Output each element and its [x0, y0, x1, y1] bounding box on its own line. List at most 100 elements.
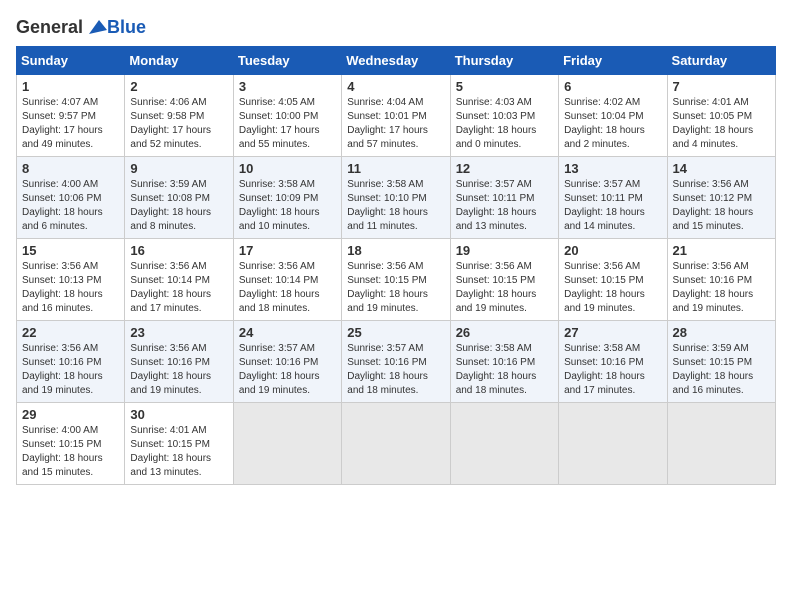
day-number: 3	[239, 79, 336, 94]
logo: General Blue	[16, 16, 146, 38]
calendar-cell	[667, 403, 775, 485]
calendar-cell: 19Sunrise: 3:56 AMSunset: 10:15 PMDaylig…	[450, 239, 558, 321]
day-info: Sunrise: 3:56 AMSunset: 10:16 PMDaylight…	[22, 342, 119, 398]
day-number: 9	[130, 161, 227, 176]
day-info: Sunrise: 3:56 AMSunset: 10:16 PMDaylight…	[130, 342, 227, 398]
weekday-header-sunday: Sunday	[17, 47, 125, 75]
day-number: 14	[673, 161, 770, 176]
calendar-cell: 27 Sunrise: 3:58 AMSunset: 10:16 PMDaylig…	[559, 321, 667, 403]
day-info: Sunrise: 3:56 AMSunset: 10:14 PMDaylight…	[130, 260, 227, 316]
day-info: Sunrise: 3:56 AMSunset: 10:14 PMDaylight…	[239, 260, 336, 316]
day-info: Sunrise: 4:06 AMSunset: 9:58 PMDaylight:…	[130, 96, 227, 152]
weekday-header-row: SundayMondayTuesdayWednesdayThursdayFrid…	[17, 47, 776, 75]
day-number: 26	[456, 325, 553, 340]
day-info: Sunrise: 3:57 AMSunset: 10:11 PMDaylight…	[456, 178, 553, 234]
day-number: 4	[347, 79, 444, 94]
day-info: Sunrise: 3:56 AMSunset: 10:12 PMDaylight…	[673, 178, 770, 234]
calendar-cell: 25 Sunrise: 3:57 AMSunset: 10:16 PMDaylig…	[342, 321, 450, 403]
calendar: SundayMondayTuesdayWednesdayThursdayFrid…	[16, 46, 776, 485]
calendar-cell: 13Sunrise: 3:57 AMSunset: 10:11 PMDaylig…	[559, 157, 667, 239]
calendar-cell: 4 Sunrise: 4:04 AMSunset: 10:01 PMDayligh…	[342, 75, 450, 157]
calendar-cell: 24 Sunrise: 3:57 AMSunset: 10:16 PMDaylig…	[233, 321, 341, 403]
day-number: 13	[564, 161, 661, 176]
weekday-header-monday: Monday	[125, 47, 233, 75]
day-number: 1	[22, 79, 119, 94]
header: General Blue	[16, 16, 776, 38]
calendar-cell	[559, 403, 667, 485]
calendar-cell: 7Sunrise: 4:01 AMSunset: 10:05 PMDayligh…	[667, 75, 775, 157]
day-info: Sunrise: 4:00 AMSunset: 10:06 PMDaylight…	[22, 178, 119, 234]
logo-icon	[85, 16, 107, 38]
day-number: 18	[347, 243, 444, 258]
day-info: Sunrise: 3:58 AMSunset: 10:16 PMDaylight…	[456, 342, 553, 398]
day-number: 19	[456, 243, 553, 258]
calendar-cell: 20 Sunrise: 3:56 AMSunset: 10:15 PMDaylig…	[559, 239, 667, 321]
calendar-cell: 8 Sunrise: 4:00 AMSunset: 10:06 PMDayligh…	[17, 157, 125, 239]
calendar-cell: 9 Sunrise: 3:59 AMSunset: 10:08 PMDayligh…	[125, 157, 233, 239]
weekday-header-thursday: Thursday	[450, 47, 558, 75]
day-number: 2	[130, 79, 227, 94]
day-info: Sunrise: 3:56 AMSunset: 10:13 PMDaylight…	[22, 260, 119, 316]
day-info: Sunrise: 3:56 AMSunset: 10:15 PMDaylight…	[347, 260, 444, 316]
day-info: Sunrise: 3:59 AMSunset: 10:15 PMDaylight…	[673, 342, 770, 398]
calendar-cell: 30 Sunrise: 4:01 AMSunset: 10:15 PMDaylig…	[125, 403, 233, 485]
day-info: Sunrise: 4:00 AMSunset: 10:15 PMDaylight…	[22, 424, 119, 480]
calendar-cell: 2 Sunrise: 4:06 AMSunset: 9:58 PMDaylight…	[125, 75, 233, 157]
calendar-cell: 15Sunrise: 3:56 AMSunset: 10:13 PMDaylig…	[17, 239, 125, 321]
day-number: 20	[564, 243, 661, 258]
week-row-3: 15Sunrise: 3:56 AMSunset: 10:13 PMDaylig…	[17, 239, 776, 321]
calendar-cell: 3 Sunrise: 4:05 AMSunset: 10:00 PMDayligh…	[233, 75, 341, 157]
calendar-cell: 14 Sunrise: 3:56 AMSunset: 10:12 PMDaylig…	[667, 157, 775, 239]
day-number: 16	[130, 243, 227, 258]
day-number: 28	[673, 325, 770, 340]
day-number: 12	[456, 161, 553, 176]
calendar-cell	[450, 403, 558, 485]
weekday-header-saturday: Saturday	[667, 47, 775, 75]
day-number: 27	[564, 325, 661, 340]
day-info: Sunrise: 4:01 AMSunset: 10:05 PMDaylight…	[673, 96, 770, 152]
day-info: Sunrise: 4:07 AMSunset: 9:57 PMDaylight:…	[22, 96, 119, 152]
day-number: 17	[239, 243, 336, 258]
calendar-cell: 29 Sunrise: 4:00 AMSunset: 10:15 PMDaylig…	[17, 403, 125, 485]
calendar-cell: 11Sunrise: 3:58 AMSunset: 10:10 PMDaylig…	[342, 157, 450, 239]
logo-blue: Blue	[107, 17, 146, 38]
calendar-cell: 12 Sunrise: 3:57 AMSunset: 10:11 PMDaylig…	[450, 157, 558, 239]
calendar-cell: 10 Sunrise: 3:58 AMSunset: 10:09 PMDaylig…	[233, 157, 341, 239]
calendar-cell: 5Sunrise: 4:03 AMSunset: 10:03 PMDayligh…	[450, 75, 558, 157]
day-info: Sunrise: 4:02 AMSunset: 10:04 PMDaylight…	[564, 96, 661, 152]
day-number: 10	[239, 161, 336, 176]
day-info: Sunrise: 3:58 AMSunset: 10:10 PMDaylight…	[347, 178, 444, 234]
calendar-cell: 17 Sunrise: 3:56 AMSunset: 10:14 PMDaylig…	[233, 239, 341, 321]
weekday-header-tuesday: Tuesday	[233, 47, 341, 75]
day-number: 23	[130, 325, 227, 340]
week-row-2: 8 Sunrise: 4:00 AMSunset: 10:06 PMDayligh…	[17, 157, 776, 239]
day-info: Sunrise: 4:04 AMSunset: 10:01 PMDaylight…	[347, 96, 444, 152]
day-info: Sunrise: 4:01 AMSunset: 10:15 PMDaylight…	[130, 424, 227, 480]
day-info: Sunrise: 3:56 AMSunset: 10:15 PMDaylight…	[564, 260, 661, 316]
calendar-cell: 26 Sunrise: 3:58 AMSunset: 10:16 PMDaylig…	[450, 321, 558, 403]
calendar-cell: 18 Sunrise: 3:56 AMSunset: 10:15 PMDaylig…	[342, 239, 450, 321]
calendar-cell	[342, 403, 450, 485]
day-number: 30	[130, 407, 227, 422]
day-info: Sunrise: 3:59 AMSunset: 10:08 PMDaylight…	[130, 178, 227, 234]
day-number: 24	[239, 325, 336, 340]
calendar-cell: 28 Sunrise: 3:59 AMSunset: 10:15 PMDaylig…	[667, 321, 775, 403]
calendar-cell: 21 Sunrise: 3:56 AMSunset: 10:16 PMDaylig…	[667, 239, 775, 321]
day-number: 29	[22, 407, 119, 422]
day-number: 8	[22, 161, 119, 176]
calendar-cell: 23 Sunrise: 3:56 AMSunset: 10:16 PMDaylig…	[125, 321, 233, 403]
weekday-header-wednesday: Wednesday	[342, 47, 450, 75]
day-info: Sunrise: 3:56 AMSunset: 10:16 PMDaylight…	[673, 260, 770, 316]
calendar-cell: 22Sunrise: 3:56 AMSunset: 10:16 PMDaylig…	[17, 321, 125, 403]
day-number: 6	[564, 79, 661, 94]
day-number: 25	[347, 325, 444, 340]
day-info: Sunrise: 4:03 AMSunset: 10:03 PMDaylight…	[456, 96, 553, 152]
day-number: 21	[673, 243, 770, 258]
day-info: Sunrise: 3:58 AMSunset: 10:16 PMDaylight…	[564, 342, 661, 398]
day-info: Sunrise: 3:57 AMSunset: 10:16 PMDaylight…	[347, 342, 444, 398]
day-info: Sunrise: 4:05 AMSunset: 10:00 PMDaylight…	[239, 96, 336, 152]
calendar-cell: 1 Sunrise: 4:07 AMSunset: 9:57 PMDaylight…	[17, 75, 125, 157]
weekday-header-friday: Friday	[559, 47, 667, 75]
day-info: Sunrise: 3:57 AMSunset: 10:16 PMDaylight…	[239, 342, 336, 398]
day-info: Sunrise: 3:58 AMSunset: 10:09 PMDaylight…	[239, 178, 336, 234]
